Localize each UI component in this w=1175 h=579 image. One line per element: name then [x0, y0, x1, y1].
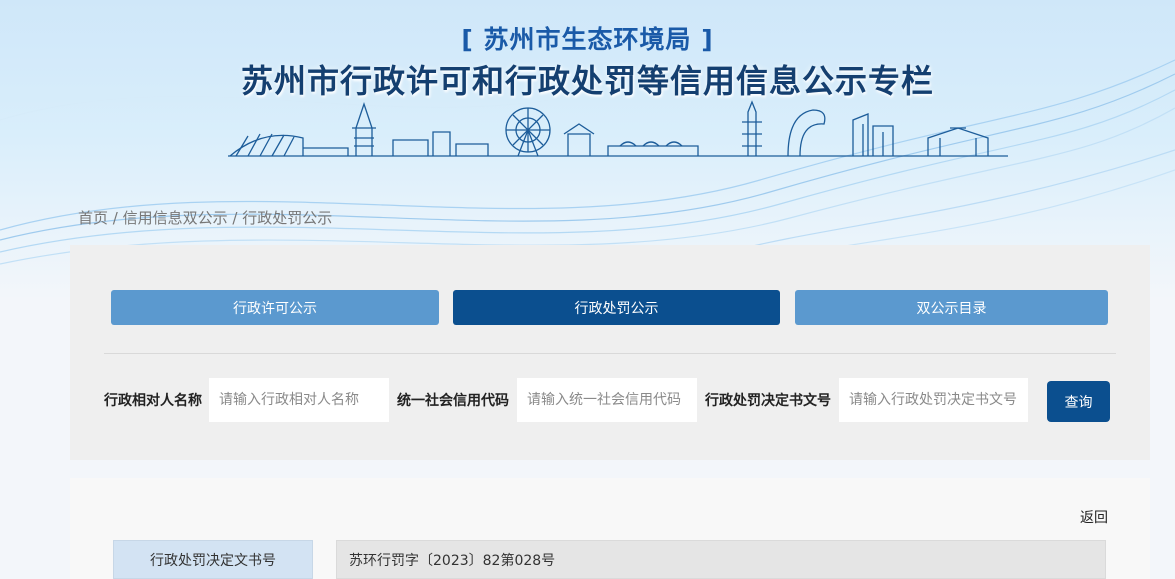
credit-code-label: 统一社会信用代码 [397, 393, 509, 409]
divider [104, 353, 1116, 354]
city-skyline-illustration [228, 100, 1008, 157]
decision-no-label: 行政处罚决定书文号 [705, 393, 831, 409]
back-link[interactable]: 返回 [1080, 507, 1108, 527]
detail-row-value: 苏环行罚字〔2023〕82第028号 [336, 540, 1106, 579]
detail-row-label: 行政处罚决定文书号 [113, 540, 313, 579]
tab-label: 行政许可公示 [233, 300, 317, 317]
tab-license-publicity[interactable]: 行政许可公示 [111, 290, 439, 325]
tab-label: 双公示目录 [916, 300, 987, 317]
agency-name: [ 苏州市生态环境局 ] [461, 25, 714, 54]
tab-penalty-publicity[interactable]: 行政处罚公示 [453, 290, 780, 325]
search-panel: 行政许可公示 行政处罚公示 双公示目录 行政相对人名称 统一社会信用代码 行政处… [70, 245, 1150, 460]
breadcrumb-current: 行政处罚公示 [242, 209, 333, 227]
detail-panel: 返回 行政处罚决定文书号 苏环行罚字〔2023〕82第028号 [70, 478, 1150, 579]
breadcrumb-separator: / [227, 209, 243, 227]
tab-label: 行政处罚公示 [574, 300, 659, 317]
decision-no-input[interactable] [839, 378, 1028, 422]
tab-publicity-catalog[interactable]: 双公示目录 [795, 290, 1108, 325]
breadcrumb-credit-info[interactable]: 信用信息双公示 [123, 209, 228, 227]
credit-code-input[interactable] [517, 378, 697, 422]
breadcrumb-home[interactable]: 首页 [78, 209, 108, 227]
page-title: 苏州市行政许可和行政处罚等信用信息公示专栏 [240, 62, 934, 100]
breadcrumb: 首页 / 信用信息双公示 / 行政处罚公示 [78, 207, 332, 228]
search-button[interactable]: 查询 [1047, 381, 1110, 422]
breadcrumb-separator: / [108, 209, 123, 227]
party-name-input[interactable] [209, 378, 389, 422]
party-name-label: 行政相对人名称 [104, 393, 202, 409]
